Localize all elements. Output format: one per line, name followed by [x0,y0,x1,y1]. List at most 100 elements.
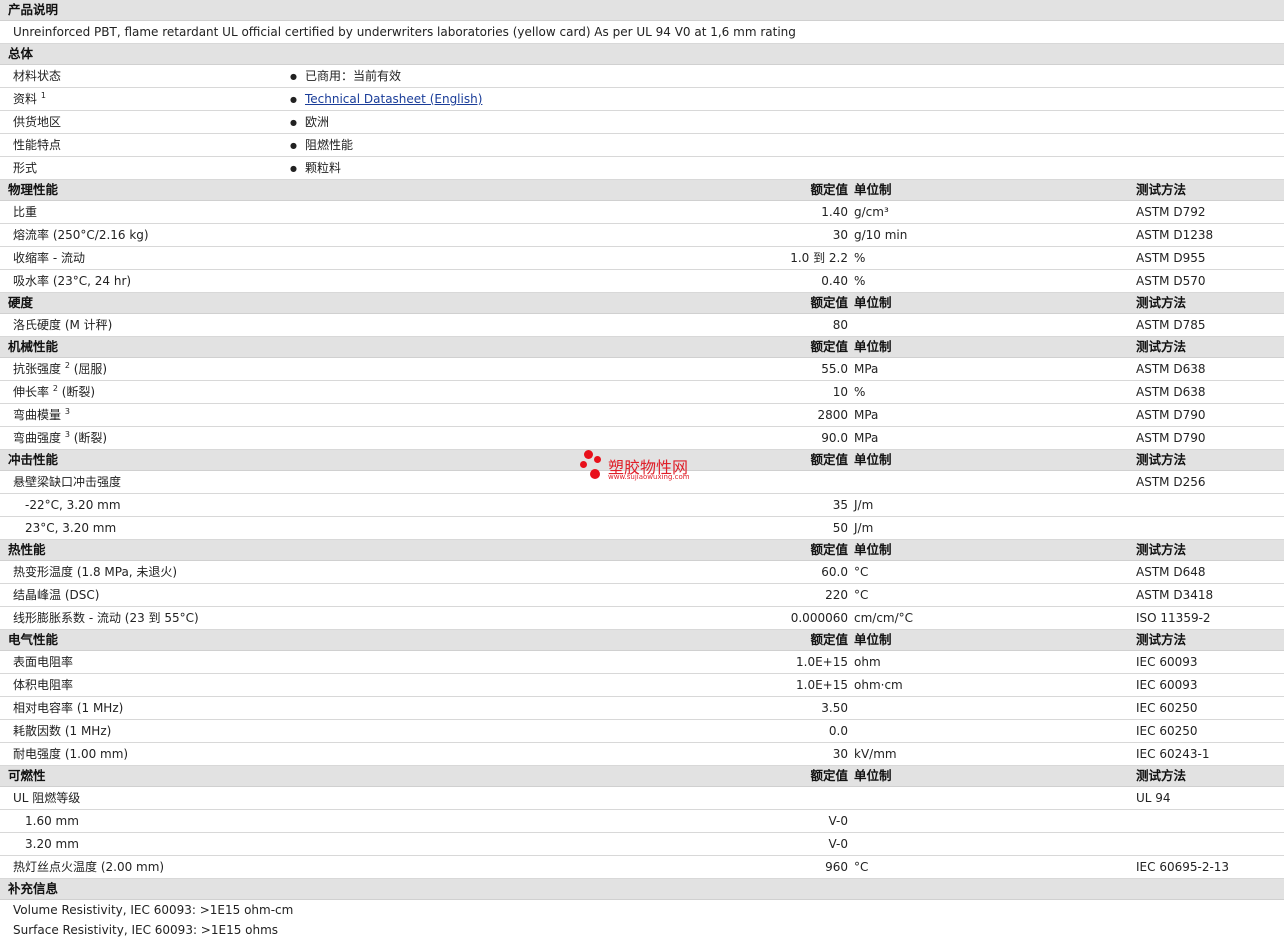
property-row: 1.60 mm V-0 [0,810,1284,833]
property-label: 耗散因数 (1 MHz) [13,724,112,738]
property-label: 供货地区 [13,115,62,129]
property-value: 颗粒料 [304,161,341,175]
property-value: 30 [832,228,848,242]
property-row: -22°C, 3.20 mm 35 J/m [0,494,1284,517]
section-header-description: 产品说明 [0,0,1284,21]
property-unit: kV/mm [854,747,897,761]
test-method: ASTM D3418 [1136,588,1214,602]
property-name: 悬壁梁缺口冲击强度 [13,471,121,494]
test-method: ASTM D648 [1136,565,1206,579]
property-value: 1.0E+15 [796,678,848,692]
test-method: ASTM D955 [1136,251,1206,265]
property-row: 弯曲强度 3 (断裂) 90.0 MPa ASTM D790 [0,427,1284,450]
property-row: 吸水率 (23°C, 24 hr) 0.40% ASTM D570 [0,270,1284,293]
section-header-supplement: 补充信息 [0,879,1284,900]
property-unit: J/m [854,498,874,512]
test-method: ASTM D638 [1136,362,1206,376]
section-header: 硬度 额定值 单位制 测试方法 [0,293,1284,314]
property-name: 吸水率 (23°C, 24 hr) [13,270,131,293]
property-value: 1.0 到 2.2 [790,251,848,265]
property-row: 热灯丝点火温度 (2.00 mm) 960 °C IEC 60695-2-13 [0,856,1284,879]
column-label-test: 测试方法 [1136,632,1187,647]
property-label: 材料状态 [13,69,62,83]
property-qualifier: (屈服) [69,362,108,376]
section-header: 热性能 额定值 单位制 测试方法 [0,540,1284,561]
property-unit: g/10 min [854,228,908,242]
property-value: 80 [832,318,848,332]
property-label: 弯曲模量 [13,408,62,422]
section-title: 补充信息 [8,881,59,896]
property-label: 比重 [13,205,38,219]
column-label-unit: 单位制 [854,632,892,647]
property-name: UL 阻燃等级 [13,787,80,810]
logo-dot [580,461,587,468]
bullet-value: Technical Datasheet (English) [290,88,482,112]
section-header: 机械性能 额定值 单位制 测试方法 [0,337,1284,358]
property-qualifier: (断裂) [57,385,96,399]
section-title: 总体 [8,46,34,61]
property-name: 体积电阻率 [13,674,73,697]
property-name: 熔流率 (250°C/2.16 kg) [13,224,149,247]
property-label: 吸水率 (23°C, 24 hr) [13,274,132,288]
property-value: 220 [825,588,848,602]
watermark-url: www.sujiaowuxing.com [608,473,690,481]
test-method: ASTM D785 [1136,318,1206,332]
section-title: 热性能 [8,542,46,557]
test-method: ISO 11359-2 [1136,611,1211,625]
property-row: 熔流率 (250°C/2.16 kg) 30 g/10 min ASTM D1238 [0,224,1284,247]
column-label-test: 测试方法 [1136,182,1187,197]
property-name: -22°C, 3.20 mm [25,494,121,517]
column-label-unit: 单位制 [854,295,892,310]
supplement-line: Volume Resistivity, IEC 60093: >1E15 ohm… [13,903,294,917]
property-name: 材料状态 [13,65,61,88]
property-row: 3.20 mm V-0 [0,833,1284,856]
property-value: 55.0 [821,362,848,376]
property-row: 体积电阻率 1.0E+15 ohm·cm IEC 60093 [0,674,1284,697]
property-name: 线形膨胀系数 - 流动 (23 到 55°C) [13,607,199,630]
property-label: 熔流率 (250°C/2.16 kg) [13,228,149,242]
bullet-value: 颗粒料 [290,157,341,181]
general-row: 形式 颗粒料 [0,157,1284,180]
property-label: 线形膨胀系数 - 流动 (23 到 55°C) [13,611,199,625]
property-value: 3.50 [821,701,848,715]
column-label-unit: 单位制 [854,452,892,467]
property-value: 35 [832,498,848,512]
property-value: 已商用：当前有效 [304,69,401,83]
property-label: 弯曲强度 [13,431,62,445]
column-label-value: 额定值 [810,768,848,783]
property-value: 960 [825,860,848,874]
property-row: 耗散因数 (1 MHz) 0.0 IEC 60250 [0,720,1284,743]
section-title: 机械性能 [8,339,59,354]
property-label: 形式 [13,161,38,175]
property-value: 0.40 [821,274,848,288]
description-text: Unreinforced PBT, flame retardant UL off… [13,25,796,39]
property-unit: °C [854,565,869,579]
logo-dot [594,456,601,463]
property-row: 热变形温度 (1.8 MPa, 未退火) 60.0 °C ASTM D648 [0,561,1284,584]
property-row: 伸长率 2 (断裂) 10% ASTM D638 [0,381,1284,404]
property-unit: MPa [854,431,879,445]
test-method: IEC 60093 [1136,655,1198,669]
test-method: UL 94 [1136,791,1171,805]
datasheet-link[interactable]: Technical Datasheet (English) [305,92,482,106]
test-method: ASTM D570 [1136,274,1206,288]
property-name: 表面电阻率 [13,651,73,674]
section-title: 产品说明 [8,2,59,17]
property-name: 结晶峰温 (DSC) [13,584,99,607]
property-value: 1.0E+15 [796,655,848,669]
property-value: 1.40 [821,205,848,219]
property-unit: °C [854,860,869,874]
section-header: 电气性能 额定值 单位制 测试方法 [0,630,1284,651]
property-row: 线形膨胀系数 - 流动 (23 到 55°C) 0.000060 cm/cm/°C I… [0,607,1284,630]
property-row: UL 阻燃等级 UL 94 [0,787,1284,810]
property-label: 洛氏硬度 (M 计秤) [13,318,113,332]
logo-dot [590,469,600,479]
general-row: 性能特点 阻燃性能 [0,134,1284,157]
property-name: 资料 1 [13,88,46,111]
test-method: ASTM D638 [1136,385,1206,399]
test-method: IEC 60695-2-13 [1136,860,1230,874]
column-label-value: 额定值 [810,542,848,557]
column-label-unit: 单位制 [854,542,892,557]
test-method: ASTM D1238 [1136,228,1214,242]
property-name: 耐电强度 (1.00 mm) [13,743,128,766]
